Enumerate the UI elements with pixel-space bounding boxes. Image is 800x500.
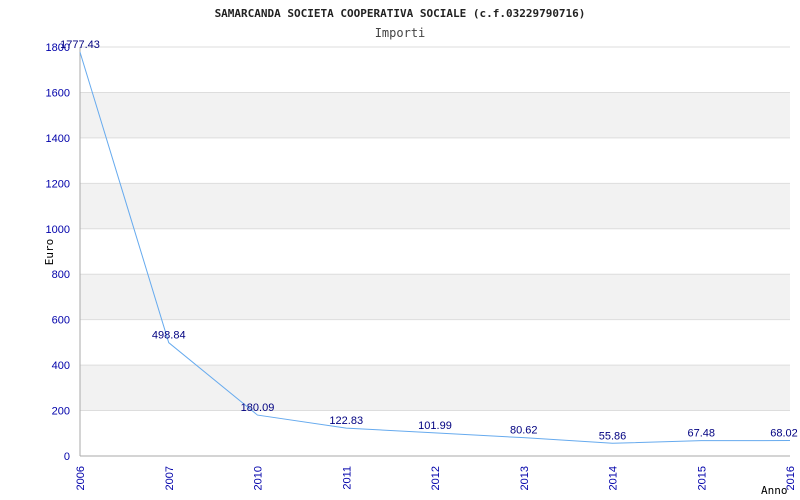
data-label: 122.83 bbox=[329, 415, 363, 427]
y-tick-label: 1600 bbox=[46, 87, 70, 99]
grid-band bbox=[80, 365, 790, 411]
grid-bands bbox=[80, 92, 790, 411]
x-tick-label: 2006 bbox=[75, 466, 87, 490]
grid-band bbox=[80, 92, 790, 138]
chart-subtitle: Importi bbox=[375, 26, 426, 40]
x-axis-ticks: 2006 2007 2010 2011 2012 2013 2014 2015 2016 bbox=[75, 466, 797, 490]
x-tick-label: 2012 bbox=[430, 466, 442, 490]
y-tick-label: 1200 bbox=[46, 178, 70, 190]
grid-band bbox=[80, 274, 790, 320]
x-tick-label: 2013 bbox=[519, 466, 531, 490]
data-label: 55.86 bbox=[599, 430, 627, 442]
data-label: 101.99 bbox=[418, 420, 452, 432]
x-tick-label: 2014 bbox=[608, 466, 620, 490]
y-tick-label: 200 bbox=[52, 406, 70, 418]
y-tick-label: 800 bbox=[52, 269, 70, 281]
y-axis-label: Euro bbox=[43, 239, 56, 266]
y-tick-label: 0 bbox=[64, 451, 70, 463]
y-tick-label: 1000 bbox=[46, 224, 70, 236]
data-label: 180.09 bbox=[241, 402, 275, 414]
y-tick-label: 600 bbox=[52, 315, 70, 327]
data-label: 80.62 bbox=[510, 425, 538, 437]
y-tick-label: 1400 bbox=[46, 133, 70, 145]
data-label: 1777.43 bbox=[60, 39, 100, 51]
data-label: 68.02 bbox=[770, 428, 798, 440]
x-tick-label: 2007 bbox=[164, 466, 176, 490]
x-tick-label: 2011 bbox=[341, 466, 353, 490]
x-tick-label: 2010 bbox=[253, 466, 265, 490]
line-chart: SAMARCANDA SOCIETA COOPERATIVA SOCIALE (… bbox=[43, 7, 798, 497]
grid-band bbox=[80, 183, 790, 229]
data-label: 67.48 bbox=[687, 428, 715, 440]
x-tick-label: 2015 bbox=[696, 466, 708, 490]
x-axis-label: Anno bbox=[761, 484, 788, 497]
data-label: 498.84 bbox=[152, 330, 186, 342]
y-tick-label: 400 bbox=[52, 360, 70, 372]
chart-title: SAMARCANDA SOCIETA COOPERATIVA SOCIALE (… bbox=[215, 7, 586, 20]
